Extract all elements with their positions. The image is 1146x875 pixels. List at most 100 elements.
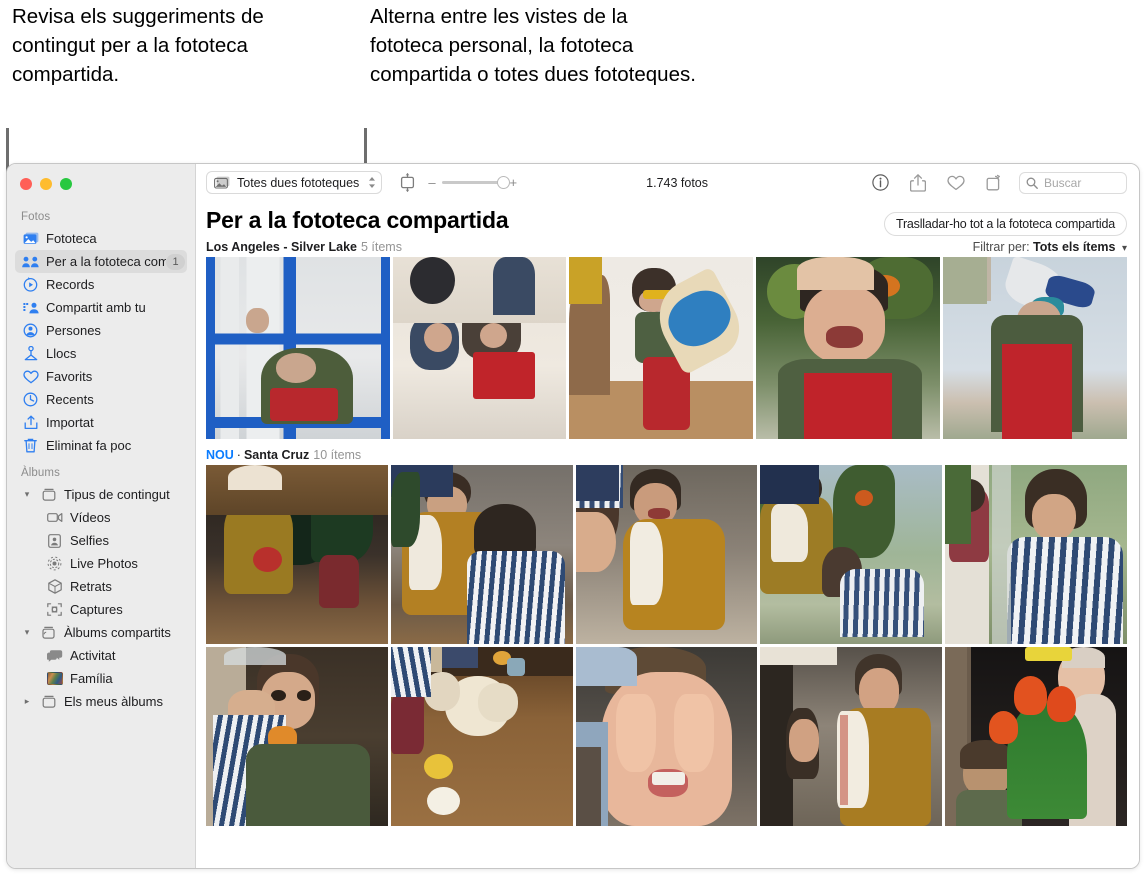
chevron-down-icon: ▾ xyxy=(1121,243,1127,254)
sidebar-item-per-a-la-fototeca-compartida[interactable]: Per a la fototeca comp… 1 xyxy=(15,250,187,273)
chevron-down-icon[interactable]: ▾ xyxy=(21,483,33,506)
toolbar-right-buttons: Buscar xyxy=(867,171,1127,195)
zoom-slider-track[interactable] xyxy=(441,175,510,189)
section-header-santa-cruz: NOU · Santa Cruz 10 ítems xyxy=(206,448,1127,462)
sidebar-item-label: Àlbums compartits xyxy=(64,625,171,640)
search-field[interactable]: Buscar xyxy=(1019,171,1127,194)
photo-thumbnail[interactable] xyxy=(390,647,573,826)
chevron-up-down-icon xyxy=(368,176,376,189)
content-area: Per a la fototeca compartida Traslladar-… xyxy=(196,201,1139,868)
album-box-icon xyxy=(39,694,58,710)
window-traffic-lights xyxy=(7,164,195,201)
sidebar-item-albums-compartits[interactable]: ▾ Àlbums compartits xyxy=(15,621,187,644)
zoom-slider[interactable]: – + xyxy=(428,175,517,190)
live-photo-icon xyxy=(45,556,64,572)
sidebar-item-els-meus-albums[interactable]: ▸ Els meus àlbums xyxy=(15,690,187,713)
sidebar-item-live-photos[interactable]: Live Photos xyxy=(15,552,187,575)
photo-thumbnail[interactable] xyxy=(206,647,388,826)
shared-library-people-icon xyxy=(21,254,40,270)
close-button[interactable] xyxy=(20,178,32,190)
chevron-right-icon[interactable]: ▸ xyxy=(21,690,33,713)
sidebar-item-label: Llocs xyxy=(46,346,77,361)
section-separator: · xyxy=(236,448,241,462)
photo-thumbnail[interactable] xyxy=(575,465,758,644)
sidebar: Fotos Fototeca Per a la fototeca comp… 1… xyxy=(7,164,196,868)
photos-library-icon xyxy=(21,231,40,247)
photo-count-label: 1.743 fotos xyxy=(646,175,708,190)
photos-library-icon xyxy=(214,176,230,189)
photo-thumbnail[interactable] xyxy=(390,465,573,644)
sidebar-item-captures[interactable]: Captures xyxy=(15,598,187,621)
photo-thumbnail[interactable] xyxy=(943,257,1127,439)
maximize-button[interactable] xyxy=(60,178,72,190)
sidebar-item-llocs[interactable]: Llocs xyxy=(15,342,187,365)
trash-icon xyxy=(21,438,40,454)
photo-row xyxy=(206,647,1127,826)
photo-row xyxy=(206,465,1127,644)
photo-thumbnail[interactable] xyxy=(575,647,758,826)
aspect-ratio-button[interactable] xyxy=(394,171,420,195)
photo-thumbnail[interactable] xyxy=(206,257,390,439)
sidebar-item-recents[interactable]: Recents xyxy=(15,388,187,411)
section-meta: NOU · Santa Cruz 10 ítems xyxy=(206,448,361,462)
sidebar-item-retrats[interactable]: Retrats xyxy=(15,575,187,598)
main-pane: Totes dues fototeques – + 1.743 fotos Bu… xyxy=(196,164,1139,868)
sidebar-item-importat[interactable]: Importat xyxy=(15,411,187,434)
sidebar-item-label: Persones xyxy=(46,323,101,338)
sidebar-item-favorits[interactable]: Favorits xyxy=(15,365,187,388)
sidebar-item-fototeca[interactable]: Fototeca xyxy=(15,227,187,250)
sidebar-item-records[interactable]: Records xyxy=(15,273,187,296)
photo-thumbnail[interactable] xyxy=(756,257,940,439)
library-view-popup-button[interactable]: Totes dues fototeques xyxy=(206,171,383,194)
page-title: Per a la fototeca compartida xyxy=(206,207,509,233)
filter-dropdown[interactable]: Filtrar per: Tots els ítems ▾ xyxy=(973,240,1127,254)
sidebar-item-eliminat-fa-poc[interactable]: Eliminat fa poc xyxy=(15,434,187,457)
photo-thumbnail[interactable] xyxy=(392,257,567,439)
section-place: Santa Cruz xyxy=(243,448,310,462)
photo-row xyxy=(206,257,1127,439)
share-button[interactable] xyxy=(905,171,931,195)
sidebar-item-label: Vídeos xyxy=(70,510,111,525)
chevron-down-icon[interactable]: ▾ xyxy=(21,621,33,644)
sidebar-item-label: Records xyxy=(46,277,95,292)
photo-thumbnail[interactable] xyxy=(569,257,754,439)
photo-thumbnail[interactable] xyxy=(760,465,943,644)
sidebar-section-title-photos: Fotos xyxy=(21,211,51,223)
sidebar-item-compartit-amb-tu[interactable]: Compartit amb tu xyxy=(15,296,187,319)
sidebar-item-label: Favorits xyxy=(46,369,93,384)
rotate-button[interactable] xyxy=(981,171,1007,195)
search-icon xyxy=(1026,177,1038,189)
sidebar-item-label: Família xyxy=(70,671,113,686)
photo-thumbnail[interactable] xyxy=(945,647,1127,826)
video-icon xyxy=(45,510,64,526)
section-new-badge: NOU xyxy=(206,448,234,462)
move-all-to-shared-library-button[interactable]: Traslladar-ho tot a la fototeca comparti… xyxy=(883,212,1127,236)
sidebar-item-selfies[interactable]: Selfies xyxy=(15,529,187,552)
sidebar-item-label: Selfies xyxy=(70,533,110,548)
zoom-out-label[interactable]: – xyxy=(428,175,435,190)
section-header-los-angeles: Los Angeles - Silver Lake 5 ítems Filtrar… xyxy=(206,240,1127,254)
photo-thumbnail[interactable] xyxy=(206,465,388,644)
sidebar-item-tipus-de-contingut[interactable]: ▾ Tipus de contingut xyxy=(15,483,187,506)
favorite-button[interactable] xyxy=(943,171,969,195)
sidebar-item-label: Per a la fototeca comp… xyxy=(46,254,166,269)
album-thumbnail-icon xyxy=(45,671,64,687)
info-button[interactable] xyxy=(867,171,893,195)
zoom-slider-knob[interactable] xyxy=(496,175,510,189)
minimize-button[interactable] xyxy=(40,178,52,190)
toolbar: Totes dues fototeques – + 1.743 fotos Bu… xyxy=(196,164,1139,201)
sidebar-item-label: Fototeca xyxy=(46,231,97,246)
sidebar-item-familia[interactable]: Família xyxy=(15,667,187,690)
import-tray-icon xyxy=(21,415,40,431)
photo-thumbnail[interactable] xyxy=(945,465,1127,644)
album-box-icon xyxy=(39,487,58,503)
photo-thumbnail[interactable] xyxy=(760,647,943,826)
sidebar-item-label: Captures xyxy=(70,602,123,617)
filter-label: Filtrar per: xyxy=(972,240,1030,254)
sidebar-item-videos[interactable]: Vídeos xyxy=(15,506,187,529)
sidebar-item-persones[interactable]: Persones xyxy=(15,319,187,342)
callout-text-right: Alterna entre les vistes de la fototeca … xyxy=(370,5,696,86)
memories-play-icon xyxy=(21,277,40,293)
callout-text-left: Revisa els suggeriments de contingut per… xyxy=(12,5,264,86)
sidebar-item-activitat[interactable]: Activitat xyxy=(15,644,187,667)
